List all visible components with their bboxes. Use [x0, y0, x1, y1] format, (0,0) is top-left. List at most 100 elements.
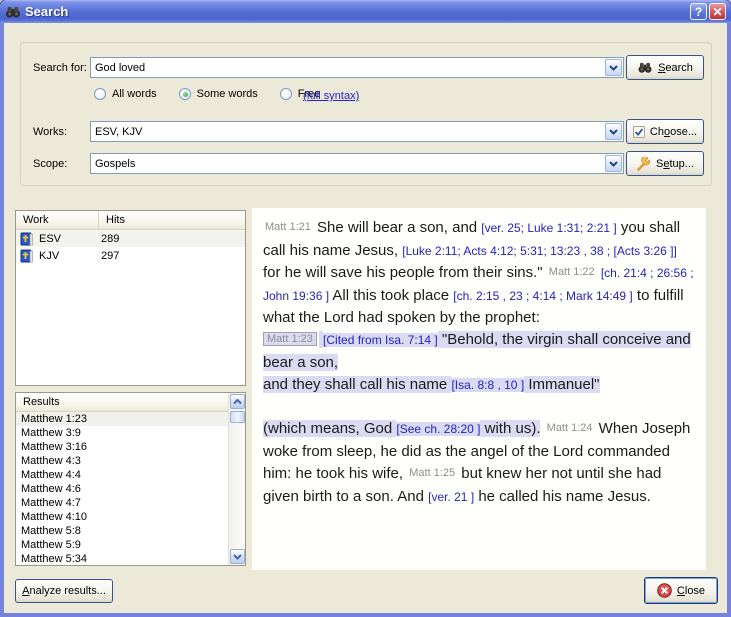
result-item[interactable]: Matthew 4:6 — [16, 482, 228, 496]
choose-button-label: Choose... — [650, 126, 697, 138]
verse-text: All this took place — [329, 287, 453, 304]
result-item[interactable]: Matthew 5:9 — [16, 538, 228, 552]
close-button-label: Close — [677, 585, 705, 597]
works-label: Works: — [33, 126, 67, 138]
help-button[interactable]: ? — [690, 3, 707, 20]
radio-label: Some words — [197, 88, 258, 100]
search-for-dropdown-button[interactable] — [605, 59, 622, 76]
verse-tag: Matt 1:21 — [263, 221, 313, 233]
works-dropdown-button[interactable] — [605, 123, 622, 140]
cross-reference-link[interactable]: [ver. 25; Luke 1:31; 2:21 ] — [481, 221, 616, 235]
window-title: Search — [25, 4, 688, 19]
cross-reference-link[interactable]: [See ch. 28:20 ] — [396, 422, 480, 436]
result-item[interactable]: Matthew 5:8 — [16, 524, 228, 538]
verse-paragraph: Matt 1:23 [Cited from Isa. 7:14 ] "Behol… — [263, 329, 698, 396]
search-button-label: Search — [658, 62, 693, 74]
analyze-button-label: Analyze results... — [22, 585, 106, 597]
work-name: ESV — [39, 233, 61, 245]
verse-tag: Matt 1:25 — [407, 467, 457, 479]
choose-works-button[interactable]: Choose... — [626, 119, 704, 144]
cross-reference-link[interactable]: [ch. 2:15 , 23 ; 4:14 ; Mark 14:49 ] — [453, 289, 632, 303]
search-hit-highlight: God — [364, 420, 392, 437]
binoculars-icon — [637, 61, 653, 74]
cross-reference-link[interactable]: [Luke 2:11; Acts 4:12; 5:31; 13:23 , 38 … — [402, 244, 677, 258]
result-item[interactable]: Matthew 3:9 — [16, 426, 228, 440]
book-icon — [20, 249, 34, 263]
preview-content: Matt 1:21 She will bear a son, and [ver.… — [263, 217, 698, 508]
scrollbar-thumb[interactable] — [230, 411, 245, 423]
verse-text: for he will save his people from their s… — [263, 264, 547, 281]
results-header: Results — [16, 393, 228, 412]
works-value: ESV, KJV — [91, 126, 604, 138]
close-circle-icon — [657, 583, 672, 598]
analyze-results-button[interactable]: Analyze results... — [15, 579, 113, 603]
chevron-up-icon — [233, 399, 242, 405]
results-panel: Results Matthew 1:23Matthew 3:9Matthew 3… — [15, 392, 246, 566]
radio-indicator[interactable] — [94, 88, 106, 100]
search-for-label: Search for: — [33, 62, 87, 74]
radio-indicator[interactable] — [280, 88, 292, 100]
results-scrollbar[interactable] — [228, 393, 245, 565]
cross-reference-link[interactable]: [ver. 21 ] — [428, 490, 474, 504]
scope-label: Scope: — [33, 158, 67, 170]
radio-some-words[interactable]: Some words — [179, 88, 258, 100]
preview-pane: Matt 1:21 She will bear a son, and [ver.… — [252, 208, 706, 570]
scope-combobox[interactable]: Gospels — [90, 153, 624, 174]
radio-indicator[interactable] — [179, 88, 191, 100]
work-column-header: Work — [16, 211, 98, 230]
works-table-body: ESV 289 KJV297 — [16, 230, 245, 264]
work-name-cell: ESV — [16, 232, 94, 246]
scroll-down-button[interactable] — [230, 549, 245, 564]
hits-count: 297 — [94, 250, 119, 262]
verse-text: he called his name Jesus. — [474, 488, 651, 505]
works-hits-panel: Work Hits ESV 289 KJV297 — [15, 210, 246, 386]
result-item[interactable]: Matthew 5:34 — [16, 552, 228, 565]
verse-text: and they shall call his name — [263, 376, 451, 393]
chevron-down-icon — [609, 129, 618, 135]
results-header-label: Results — [16, 393, 228, 412]
works-combobox[interactable]: ESV, KJV — [90, 121, 624, 142]
result-item[interactable]: Matthew 1:23 — [16, 412, 228, 426]
verse-text: Immanuel" — [524, 376, 599, 393]
titlebar[interactable]: Search ? ✕ — [0, 0, 731, 23]
hits-count: 289 — [94, 233, 119, 245]
chevron-down-icon — [609, 161, 618, 167]
cross-reference-link[interactable]: [Isa. 8:8 , 10 ] — [451, 378, 524, 392]
works-table-header: Work Hits — [16, 211, 245, 230]
verse-text: with us). — [480, 420, 540, 437]
cross-reference-link[interactable]: [Cited from Isa. 7:14 ] — [323, 333, 438, 347]
dialog-client-area: Search for: God loved Search All words So… — [4, 23, 727, 613]
search-dialog-window: Search ? ✕ Search for: God loved Search … — [0, 0, 731, 617]
chevron-down-icon — [233, 554, 242, 560]
radio-label: All words — [112, 88, 157, 100]
search-for-combobox[interactable]: God loved — [90, 57, 624, 78]
result-item[interactable]: Matthew 4:10 — [16, 510, 228, 524]
scroll-up-button[interactable] — [230, 394, 245, 409]
checkmark-icon — [633, 125, 645, 139]
setup-scope-button[interactable]: Setup... — [626, 151, 704, 176]
verse-tag: Matt 1:22 — [547, 266, 597, 278]
full-syntax-link[interactable]: (full syntax) — [303, 90, 359, 102]
wrench-icon — [636, 157, 651, 171]
window-close-button[interactable]: ✕ — [709, 3, 726, 20]
work-name-cell: KJV — [16, 249, 94, 263]
binoculars-icon — [5, 5, 21, 19]
radio-all-words[interactable]: All words — [94, 88, 157, 100]
search-button[interactable]: Search — [626, 55, 704, 80]
close-button[interactable]: Close — [644, 577, 718, 604]
verse-paragraph: Matt 1:21 She will bear a son, and [ver.… — [263, 217, 698, 329]
search-for-value: God loved — [91, 62, 604, 74]
scope-value: Gospels — [91, 158, 604, 170]
setup-button-label: Setup... — [656, 158, 694, 170]
scope-dropdown-button[interactable] — [605, 155, 622, 172]
verse-paragraph: (which means, God [See ch. 28:20 ] with … — [263, 418, 698, 508]
result-item[interactable]: Matthew 4:3 — [16, 454, 228, 468]
work-row-kjv[interactable]: KJV297 — [16, 247, 245, 264]
chevron-down-icon — [609, 65, 618, 71]
result-item[interactable]: Matthew 3:16 — [16, 440, 228, 454]
work-row-esv[interactable]: ESV 289 — [16, 230, 245, 247]
result-item[interactable]: Matthew 4:4 — [16, 468, 228, 482]
results-list: Matthew 1:23Matthew 3:9Matthew 3:16Matth… — [16, 412, 228, 565]
verse-text: (which means, — [263, 420, 364, 437]
result-item[interactable]: Matthew 4:7 — [16, 496, 228, 510]
